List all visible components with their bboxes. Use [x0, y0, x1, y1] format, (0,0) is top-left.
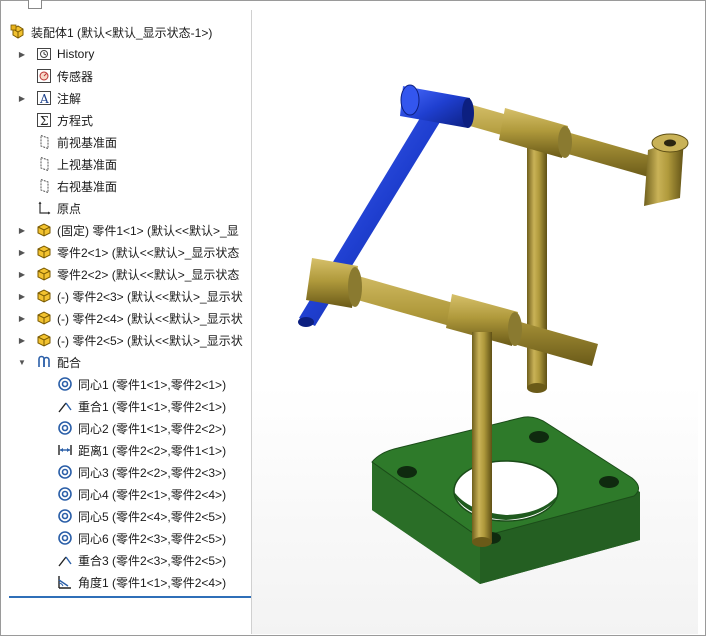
assembly-model[interactable] [252, 10, 698, 634]
part-icon [35, 287, 53, 305]
root-label: 装配体1 (默认<默认_显示状态-1>) [31, 25, 213, 40]
coincident-icon [56, 551, 74, 569]
distance-icon [56, 441, 74, 459]
tree-item-label: 上视基准面 [57, 157, 118, 172]
mate-label: 同心5 (零件2<4>,零件2<5>) [78, 509, 227, 524]
tree-item-label: 零件2<2> (默认<<默认>_显示状态 [57, 267, 240, 282]
mate-label: 重合1 (零件1<1>,零件2<1>) [78, 399, 227, 414]
tree-item-annotations[interactable]: ▶ A 注解 [17, 87, 259, 109]
front-vertical-post[interactable] [472, 332, 492, 547]
feature-manager-tree: 装配体1 (默认<默认_显示状态-1>) ▶ History 传感器 ▶ A 注… [9, 10, 251, 596]
coincident-icon [56, 397, 74, 415]
expand-arrow-icon[interactable]: ▶ [17, 93, 27, 103]
part-icon [35, 309, 53, 327]
expand-arrow-icon[interactable]: ▶ [17, 291, 27, 301]
concentric-icon [56, 507, 74, 525]
tree-item-component[interactable]: ▶ (-) 零件2<3> (默认<<默认>_显示状 [17, 285, 259, 307]
mate-label: 同心2 (零件1<1>,零件2<2>) [78, 421, 227, 436]
tree-item-label: (-) 零件2<3> (默认<<默认>_显示状 [57, 289, 243, 304]
tree-item-label: (固定) 零件1<1> (默认<<默认>_显 [57, 223, 239, 238]
angle-icon [56, 573, 74, 591]
expand-arrow-icon[interactable]: ▶ [17, 225, 27, 235]
tree-root-assembly[interactable]: 装配体1 (默认<默认_显示状态-1>) [9, 21, 251, 43]
part-icon [35, 243, 53, 261]
tree-item-label: (-) 零件2<5> (默认<<默认>_显示状 [57, 333, 243, 348]
concentric-icon [56, 375, 74, 393]
mates-folder-icon [35, 353, 53, 371]
tree-item-label: (-) 零件2<4> (默认<<默认>_显示状 [57, 311, 243, 326]
plane-icon [35, 155, 53, 173]
mate-label: 同心3 (零件2<2>,零件2<3>) [78, 465, 227, 480]
plane-icon [35, 177, 53, 195]
base-plate[interactable] [371, 416, 640, 584]
tree-item-component[interactable]: ▶ (-) 零件2<4> (默认<<默认>_显示状 [17, 307, 259, 329]
rear-vertical-post[interactable] [527, 140, 547, 393]
equation-icon: Σ [35, 111, 53, 129]
concentric-icon [56, 485, 74, 503]
history-icon [35, 45, 53, 63]
mate-label: 同心6 (零件2<3>,零件2<5>) [78, 531, 227, 546]
tree-item-front-plane[interactable]: 前视基准面 [17, 131, 259, 153]
upper-horizontal-arm[interactable] [456, 102, 689, 206]
expand-arrow-icon[interactable]: ▶ [17, 49, 27, 59]
mate-label: 距离1 (零件2<2>,零件1<1>) [78, 443, 227, 458]
tree-item-right-plane[interactable]: 右视基准面 [17, 175, 259, 197]
tree-item-label: 配合 [57, 355, 82, 370]
tree-item-label: 前视基准面 [57, 135, 118, 150]
expand-arrow-icon[interactable]: ▶ [17, 313, 27, 323]
assembly-icon [9, 23, 27, 41]
part-icon [35, 221, 53, 239]
tree-item-component[interactable]: ▶ (-) 零件2<5> (默认<<默认>_显示状 [17, 329, 259, 351]
sensor-icon [35, 67, 53, 85]
tree-item-mates-folder[interactable]: ▼ 配合 [17, 351, 259, 373]
svg-text:Σ: Σ [40, 114, 48, 128]
annotation-icon: A [35, 89, 53, 107]
tree-item-label: 注解 [57, 91, 82, 106]
tree-item-label: 传感器 [57, 69, 94, 84]
tree-item-label: History [57, 47, 95, 61]
concentric-icon [56, 529, 74, 547]
tree-item-top-plane[interactable]: 上视基准面 [17, 153, 259, 175]
mate-label: 重合3 (零件2<3>,零件2<5>) [78, 553, 227, 568]
origin-icon [35, 199, 53, 217]
tree-item-history[interactable]: ▶ History [17, 43, 259, 65]
tree-item-sensors[interactable]: 传感器 [17, 65, 259, 87]
tree-item-component[interactable]: ▶ (固定) 零件1<1> (默认<<默认>_显 [17, 219, 259, 241]
tree-item-label: 方程式 [57, 113, 94, 128]
tree-item-component[interactable]: ▶ 零件2<2> (默认<<默认>_显示状态 [17, 263, 259, 285]
plane-icon [35, 133, 53, 151]
svg-text:A: A [39, 92, 49, 106]
concentric-icon [56, 419, 74, 437]
expand-arrow-icon[interactable]: ▶ [17, 247, 27, 257]
tree-item-origin[interactable]: 原点 [17, 197, 259, 219]
concentric-icon [56, 463, 74, 481]
mate-label: 同心1 (零件1<1>,零件2<1>) [78, 377, 227, 392]
graphics-viewport[interactable] [252, 10, 698, 634]
collapse-arrow-icon[interactable]: ▼ [17, 357, 27, 367]
tree-item-equations[interactable]: Σ 方程式 [17, 109, 259, 131]
part-icon [35, 265, 53, 283]
tree-bottom-area [9, 598, 251, 634]
tree-item-label: 右视基准面 [57, 179, 118, 194]
tree-item-component[interactable]: ▶ 零件2<1> (默认<<默认>_显示状态 [17, 241, 259, 263]
panel-tab-notch [28, 0, 42, 9]
expand-arrow-icon[interactable]: ▶ [17, 269, 27, 279]
lower-horizontal-arm[interactable] [306, 258, 598, 366]
tree-item-label: 零件2<1> (默认<<默认>_显示状态 [57, 245, 240, 260]
mate-label: 角度1 (零件1<1>,零件2<4>) [78, 575, 227, 590]
tree-item-label: 原点 [57, 201, 82, 216]
expand-arrow-icon[interactable]: ▶ [17, 335, 27, 345]
mate-label: 同心4 (零件2<1>,零件2<4>) [78, 487, 227, 502]
part-icon [35, 331, 53, 349]
